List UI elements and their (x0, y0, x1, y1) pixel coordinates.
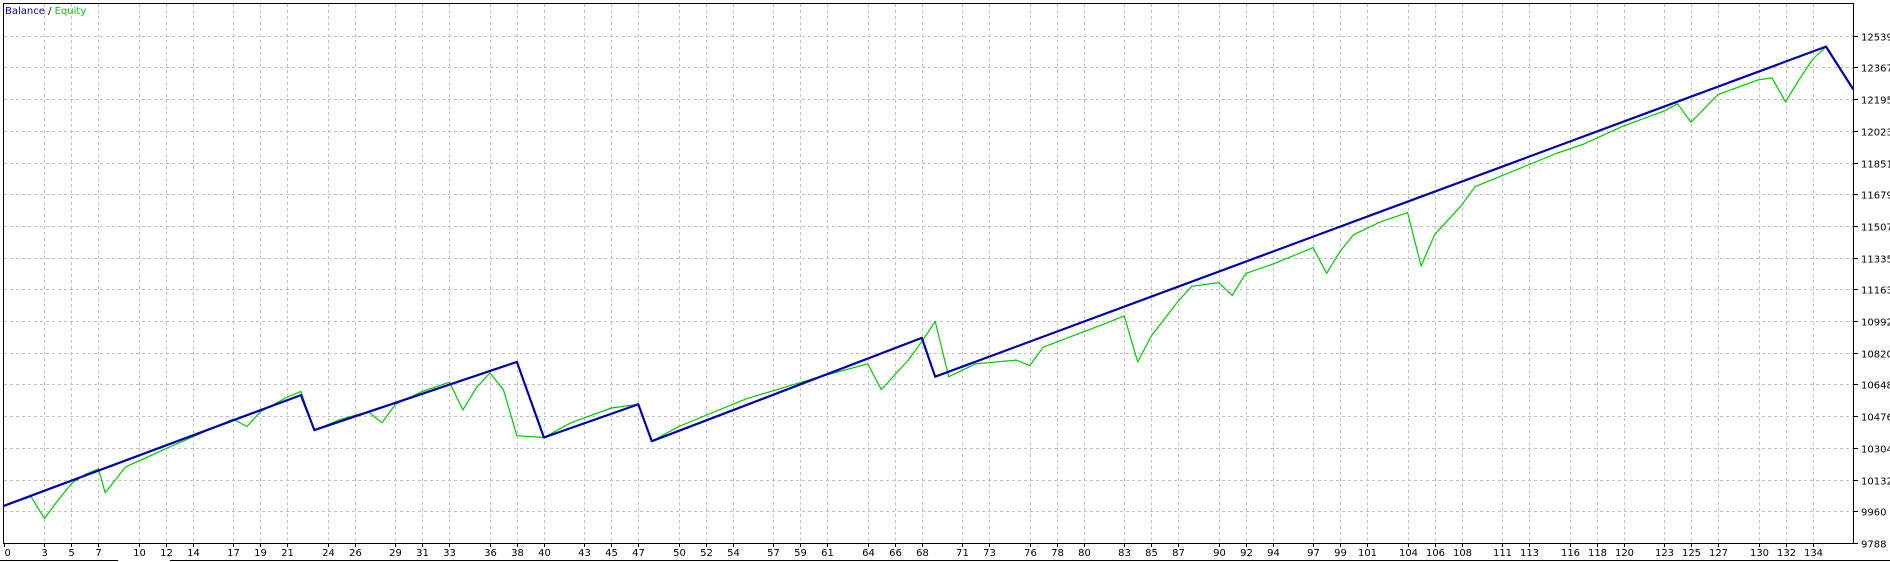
x-tick-label: 101 (1358, 548, 1377, 559)
x-tick-label: 87 (1172, 548, 1185, 559)
chart-canvas: 9788996010132103041047610648108201099211… (0, 0, 1890, 562)
y-tick-label: 9960 (1861, 508, 1886, 519)
x-tick-label: 66 (889, 548, 902, 559)
x-tick-label: 68 (916, 548, 929, 559)
y-tick-label: 10992 (1861, 318, 1890, 329)
x-tick-label: 5 (68, 548, 74, 559)
x-tick-label: 17 (227, 548, 240, 559)
x-tick-label: 97 (1307, 548, 1320, 559)
x-tick-label: 116 (1561, 548, 1580, 559)
chart-background (0, 0, 1890, 562)
y-tick-label: 11335 (1861, 255, 1890, 266)
x-tick-label: 132 (1777, 548, 1796, 559)
y-tick-label: 10132 (1861, 477, 1890, 488)
x-tick-label: 99 (1334, 548, 1347, 559)
y-tick-label: 10648 (1861, 381, 1890, 392)
x-tick-label: 92 (1240, 548, 1253, 559)
x-tick-label: 78 (1051, 548, 1064, 559)
x-tick-label: 73 (983, 548, 996, 559)
x-tick-label: 52 (700, 548, 713, 559)
x-tick-label: 38 (511, 548, 524, 559)
x-tick-label: 31 (416, 548, 429, 559)
x-tick-label: 64 (862, 548, 875, 559)
x-tick-label: 7 (95, 548, 101, 559)
legend-equity-label: Equity (55, 6, 87, 17)
legend-separator: / (45, 6, 55, 17)
y-tick-label: 9788 (1861, 540, 1886, 551)
x-tick-label: 57 (767, 548, 780, 559)
x-tick-label: 71 (956, 548, 969, 559)
x-tick-label: 80 (1078, 548, 1091, 559)
x-tick-label: 26 (349, 548, 362, 559)
x-tick-label: 127 (1709, 548, 1728, 559)
x-tick-label: 134 (1804, 548, 1823, 559)
x-tick-label: 85 (1145, 548, 1158, 559)
x-tick-label: 33 (443, 548, 456, 559)
x-tick-label: 106 (1426, 548, 1445, 559)
y-tick-label: 10476 (1861, 413, 1890, 424)
x-tick-label: 120 (1615, 548, 1634, 559)
x-tick-label: 0 (5, 548, 11, 559)
x-tick-label: 94 (1267, 548, 1280, 559)
y-tick-label: 12367 (1861, 64, 1890, 75)
x-tick-label: 61 (821, 548, 834, 559)
x-tick-label: 108 (1453, 548, 1472, 559)
x-tick-label: 40 (538, 548, 551, 559)
x-tick-label: 10 (133, 548, 146, 559)
x-tick-label: 76 (1024, 548, 1037, 559)
x-tick-label: 111 (1493, 548, 1512, 559)
x-tick-label: 45 (605, 548, 618, 559)
x-tick-label: 29 (389, 548, 402, 559)
y-tick-label: 11679 (1861, 191, 1890, 202)
x-tick-label: 43 (578, 548, 591, 559)
y-tick-label: 10820 (1861, 350, 1890, 361)
x-tick-label: 125 (1682, 548, 1701, 559)
y-tick-label: 11163 (1861, 286, 1890, 297)
x-tick-label: 14 (187, 548, 200, 559)
x-tick-label: 21 (281, 548, 294, 559)
y-tick-label: 12539 (1861, 33, 1890, 44)
x-tick-label: 12 (160, 548, 173, 559)
x-tick-label: 83 (1118, 548, 1131, 559)
x-tick-label: 3 (41, 548, 47, 559)
x-tick-label: 118 (1588, 548, 1607, 559)
x-tick-label: 47 (632, 548, 645, 559)
balance-equity-chart: 9788 9960 10132 10304 10476 10648 10820 10992 11… (0, 0, 1890, 562)
y-tick-label: 12023 (1861, 128, 1890, 139)
y-tick-label: 12195 (1861, 96, 1890, 107)
x-tick-label: 36 (484, 548, 497, 559)
y-tick-label: 11851 (1861, 160, 1890, 171)
x-tick-label: 50 (673, 548, 686, 559)
x-tick-label: 113 (1520, 548, 1539, 559)
x-tick-label: 24 (322, 548, 335, 559)
legend: Balance / Equity (5, 6, 86, 17)
y-tick-label: 10304 (1861, 445, 1890, 456)
x-tick-label: 59 (794, 548, 807, 559)
x-tick-label: 104 (1399, 548, 1418, 559)
x-tick-label: 90 (1213, 548, 1226, 559)
x-tick-label: 19 (254, 548, 267, 559)
x-tick-label: 130 (1750, 548, 1769, 559)
y-tick-label: 11507 (1861, 223, 1890, 234)
legend-balance-label: Balance (5, 6, 45, 17)
x-tick-label: 123 (1655, 548, 1674, 559)
x-tick-label: 54 (727, 548, 740, 559)
